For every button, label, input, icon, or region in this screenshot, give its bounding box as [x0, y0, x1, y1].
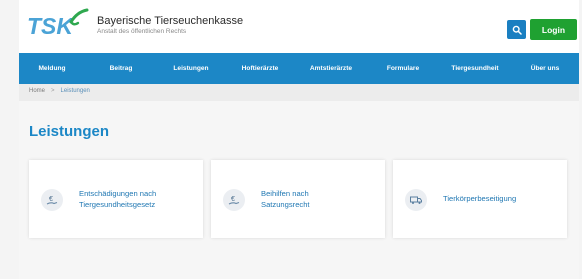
svg-text:€: €: [231, 196, 235, 203]
breadcrumb-separator: >: [51, 88, 55, 94]
card-beihilfen[interactable]: € Beihilfen nach Satzungsrecht: [211, 160, 385, 238]
search-button[interactable]: [507, 20, 526, 39]
tsk-logo[interactable]: TSK: [25, 8, 91, 42]
nav-item-hoftieraerzte[interactable]: Hoftierärzte: [225, 65, 295, 72]
card-tierkoerperbeseitigung[interactable]: Tierkörperbeseitigung: [393, 160, 567, 238]
breadcrumb-home[interactable]: Home: [29, 88, 45, 94]
nav-item-formulare[interactable]: Formulare: [367, 65, 439, 72]
login-button[interactable]: Login: [530, 19, 577, 40]
main-content: Leistungen € Entschädigungen nach Tierge…: [19, 101, 579, 279]
site-header: TSK Bayerische Tierseuchenkasse Anstalt …: [19, 0, 579, 52]
euro-hand-icon: €: [41, 189, 63, 211]
card-label: Entschädigungen nach Tiergesundheitsgese…: [79, 189, 157, 209]
truck-icon: [405, 189, 427, 211]
nav-item-tiergesundheit[interactable]: Tiergesundheit: [439, 65, 511, 72]
nav-item-beitrag[interactable]: Beitrag: [85, 65, 157, 72]
breadcrumb: Home > Leistungen: [19, 84, 579, 101]
card-entschaedigungen[interactable]: € Entschädigungen nach Tiergesundheitsge…: [29, 160, 203, 238]
logo-text: TSK: [27, 13, 74, 39]
search-icon: [512, 25, 522, 35]
page-title: Leistungen: [29, 123, 110, 140]
nav-item-amtstieraerzte[interactable]: Amtstierärzte: [295, 65, 367, 72]
brand-title: Bayerische Tierseuchenkasse: [97, 15, 244, 27]
card-label: Beihilfen nach Satzungsrecht: [261, 189, 310, 209]
page-frame: TSK Bayerische Tierseuchenkasse Anstalt …: [0, 0, 582, 279]
nav-item-ueber-uns[interactable]: Über uns: [511, 65, 579, 72]
brand-subtitle: Anstalt des öffentlichen Rechts: [97, 28, 187, 35]
svg-text:€: €: [49, 196, 53, 203]
nav-item-leistungen[interactable]: Leistungen: [157, 65, 225, 72]
breadcrumb-current: Leistungen: [60, 88, 90, 94]
main-nav: Meldung Beitrag Leistungen Hoftierärzte …: [19, 53, 579, 84]
page: TSK Bayerische Tierseuchenkasse Anstalt …: [19, 0, 579, 279]
card-label: Tierkörperbeseitigung: [443, 194, 517, 203]
euro-hand-icon: €: [223, 189, 245, 211]
nav-item-meldung[interactable]: Meldung: [19, 65, 85, 72]
